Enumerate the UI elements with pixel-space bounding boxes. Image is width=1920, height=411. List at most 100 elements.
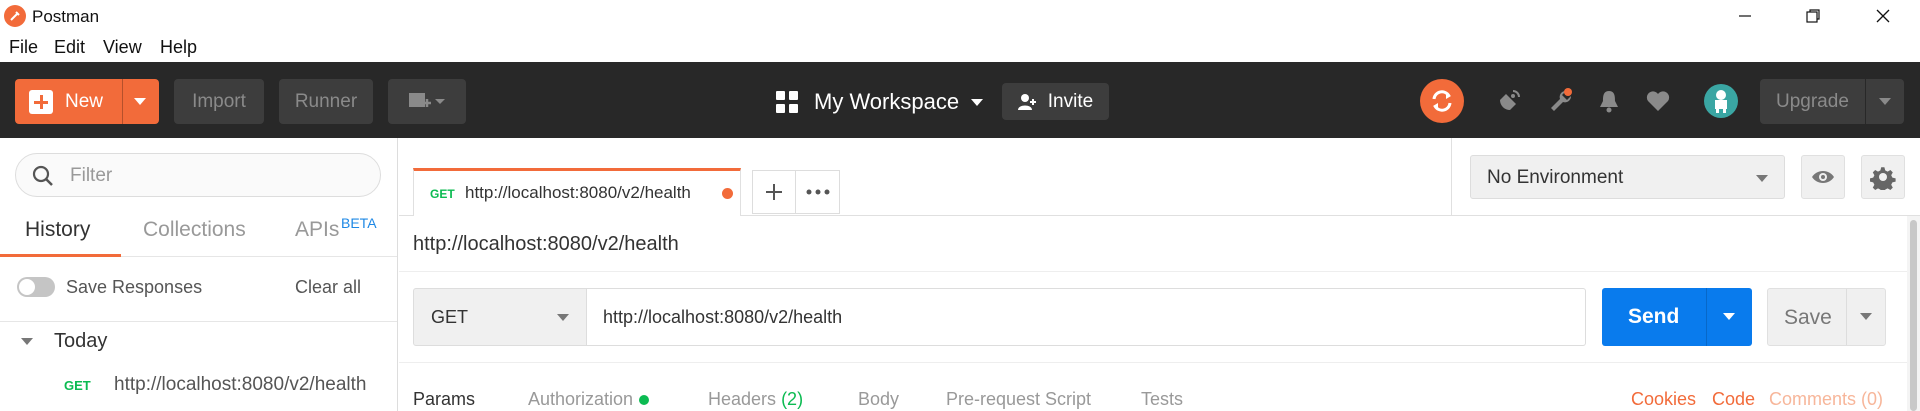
divider [1846,289,1847,345]
tab-body[interactable]: Body [858,389,899,410]
tab-prerequest-script[interactable]: Pre-request Script [946,389,1091,410]
method-select[interactable]: GET [413,288,587,346]
window-title: Postman [32,7,100,26]
tab-authorization-label: Authorization [528,389,634,409]
workspace-label: My Workspace [814,89,960,114]
search-icon [32,165,54,192]
active-tab-indicator [0,254,121,257]
send-button[interactable]: Send [1602,288,1752,346]
tab-headers-label: Headers [708,389,777,409]
close-icon[interactable] [1860,0,1906,32]
request-title[interactable]: http://localhost:8080/v2/health [413,233,679,256]
import-button[interactable]: Import [174,79,264,124]
history-item-url[interactable]: http://localhost:8080/v2/health [114,374,366,396]
wrench-icon[interactable] [1546,86,1576,116]
history-item-method: GET [64,378,91,393]
workspace-switcher[interactable]: My Workspace [776,83,984,121]
invite-button[interactable]: Invite [1002,83,1109,120]
gear-icon [1870,167,1896,190]
heart-icon[interactable] [1643,86,1673,116]
bell-icon[interactable] [1594,86,1624,116]
chevron-down-icon[interactable] [1723,313,1735,320]
tab-tests[interactable]: Tests [1141,389,1183,410]
minimize-icon[interactable] [1722,0,1768,32]
filter-input[interactable] [70,165,360,187]
sidebar: History Collections APIs BETA Save Respo… [0,138,398,411]
runner-button[interactable]: Runner [279,79,373,124]
menu-edit[interactable]: Edit [54,37,85,58]
request-tab-strip: GET http://localhost:8080/v2/health [399,138,1451,216]
menu-file[interactable]: File [9,37,38,58]
chevron-down-icon [557,314,569,321]
divider [399,362,1907,363]
save-responses-label: Save Responses [66,277,203,297]
environment-bar: No Environment [1451,138,1920,216]
title-bar: Postman [0,0,1920,32]
postman-logo-icon [4,5,26,27]
plus-icon [29,90,53,114]
divider [122,79,123,124]
ellipsis-icon [806,189,829,195]
divider [1865,79,1866,124]
status-dot-icon [639,395,650,406]
new-window-icon [409,92,445,107]
request-tab-url: http://localhost:8080/v2/health [465,183,691,202]
request-tab[interactable]: GET http://localhost:8080/v2/health [413,168,741,216]
more-tabs-button[interactable] [796,170,840,214]
request-tab-method: GET [430,187,455,201]
environment-select[interactable]: No Environment [1470,155,1785,199]
upgrade-button[interactable]: Upgrade [1760,79,1904,124]
cookies-link[interactable]: Cookies [1631,389,1696,410]
manage-environments-button[interactable] [1861,155,1905,199]
robot-avatar-icon [1715,90,1727,113]
grid-icon [776,91,798,113]
new-button-label: New [65,91,104,112]
beta-badge: BETA [341,215,377,231]
divider [1706,288,1707,346]
history-group-today[interactable]: Today [54,330,107,353]
save-label: Save [1784,306,1832,329]
restore-icon[interactable] [1790,0,1836,32]
menu-view[interactable]: View [103,37,142,58]
code-link[interactable]: Code [1712,389,1755,410]
satellite-icon[interactable] [1494,86,1524,116]
eye-icon [1812,171,1834,183]
new-button[interactable]: New [15,79,159,124]
upgrade-label: Upgrade [1776,91,1849,112]
headers-count: (2) [781,389,804,409]
tab-headers[interactable]: Headers (2) [708,389,803,410]
tab-history[interactable]: History [25,218,90,242]
tab-collections[interactable]: Collections [143,218,246,242]
plus-icon [766,184,782,200]
chevron-down-icon [1756,175,1768,182]
sync-icon[interactable] [1420,79,1464,123]
tab-apis[interactable]: APIs [295,218,339,242]
menu-help[interactable]: Help [160,37,197,58]
chevron-down-icon[interactable] [21,338,33,345]
new-window-button[interactable] [388,79,466,124]
environment-quick-look-button[interactable] [1801,155,1845,199]
chevron-down-icon[interactable] [134,98,146,105]
divider [399,271,1907,272]
url-input[interactable] [587,288,1586,346]
chevron-down-icon[interactable] [1860,313,1872,320]
app-header: New Import Runner My Workspace Invite Up… [0,62,1920,138]
scrollbar[interactable] [1907,216,1920,411]
avatar[interactable] [1704,84,1738,118]
comments-link[interactable]: Comments (0) [1769,389,1883,410]
unsaved-indicator[interactable] [722,188,733,199]
add-tab-button[interactable] [752,170,796,214]
divider [0,321,397,322]
save-button[interactable]: Save [1767,288,1886,346]
filter-box[interactable] [15,153,381,197]
save-responses-toggle[interactable] [17,277,55,297]
tab-params[interactable]: Params [413,389,475,410]
scrollbar-thumb[interactable] [1910,220,1917,411]
chevron-down-icon [971,98,984,106]
send-label: Send [1628,305,1680,328]
chevron-down-icon[interactable] [1879,98,1891,105]
add-user-icon [1017,93,1036,110]
tab-authorization[interactable]: Authorization [528,389,650,410]
menu-bar: File Edit View Help [0,32,1920,62]
clear-all-button[interactable]: Clear all [295,277,361,298]
